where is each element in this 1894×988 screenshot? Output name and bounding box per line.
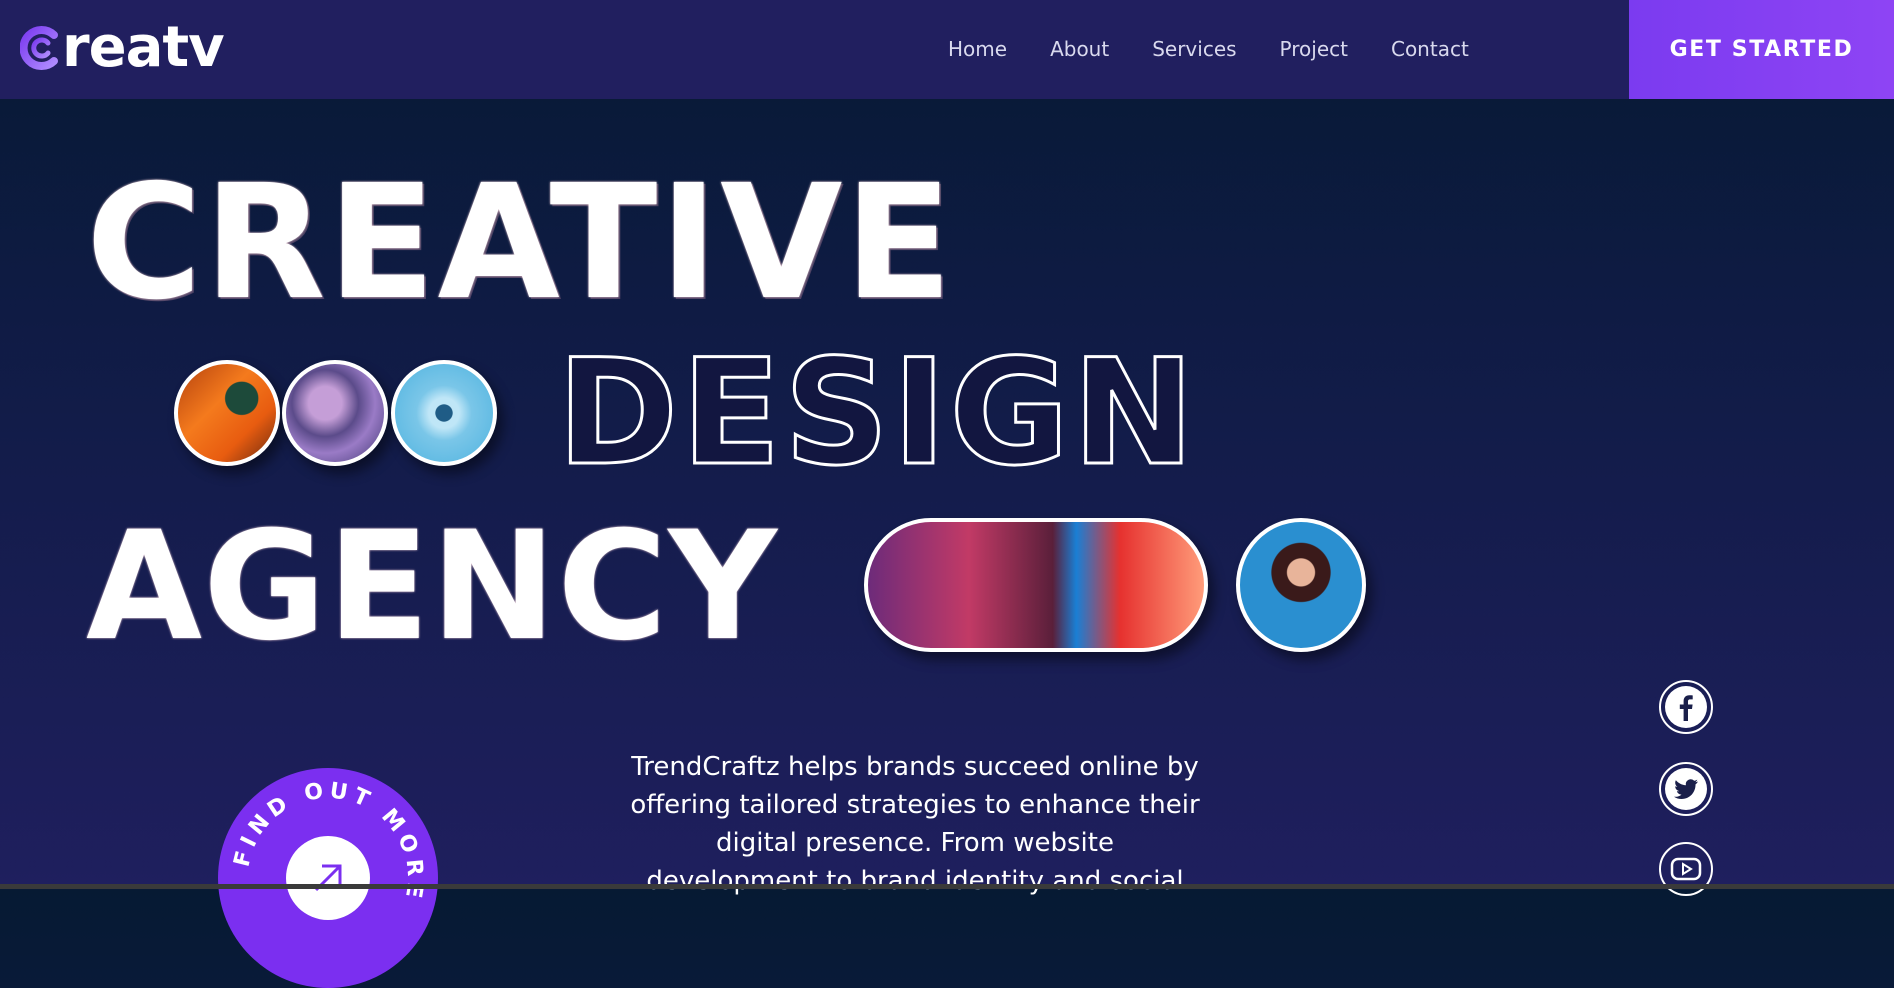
facebook-link[interactable]: [1659, 680, 1713, 734]
man-portrait-image: [864, 518, 1208, 652]
woman-portrait-image: [1236, 518, 1366, 652]
menu-home-link[interactable]: Home: [948, 36, 1007, 62]
hero-description: TrendCraftz helps brands succeed online …: [630, 752, 1200, 896]
top-navbar: reatv Home About Services Project Contac…: [0, 0, 1894, 99]
twitter-icon: [1665, 768, 1707, 810]
main-menu: Home About Services Project Contact: [948, 36, 1469, 62]
logo[interactable]: reatv: [20, 15, 225, 80]
menu-services-link[interactable]: Services: [1152, 36, 1236, 62]
get-started-button[interactable]: GET STARTED: [1629, 0, 1894, 99]
menu-contact-link[interactable]: Contact: [1391, 36, 1469, 62]
hero-line-design: DESIGN: [555, 328, 1198, 498]
logo-c-icon: [20, 26, 58, 70]
find-out-more-badge[interactable]: FIND OUT MORE: [218, 768, 438, 988]
bottom-divider: [0, 884, 1894, 889]
orange-leaves-image: [174, 360, 280, 466]
twitter-link[interactable]: [1659, 762, 1713, 816]
tiny-planet-image: [391, 360, 497, 466]
menu-project-link[interactable]: Project: [1280, 36, 1348, 62]
facebook-icon: [1665, 686, 1707, 728]
hero-line-agency: AGENCY: [86, 500, 778, 674]
marble-swirl-image: [282, 360, 388, 466]
logo-text: reatv: [62, 15, 225, 80]
menu-about-link[interactable]: About: [1050, 36, 1109, 62]
hero-line-creative: CREATIVE: [86, 151, 955, 335]
